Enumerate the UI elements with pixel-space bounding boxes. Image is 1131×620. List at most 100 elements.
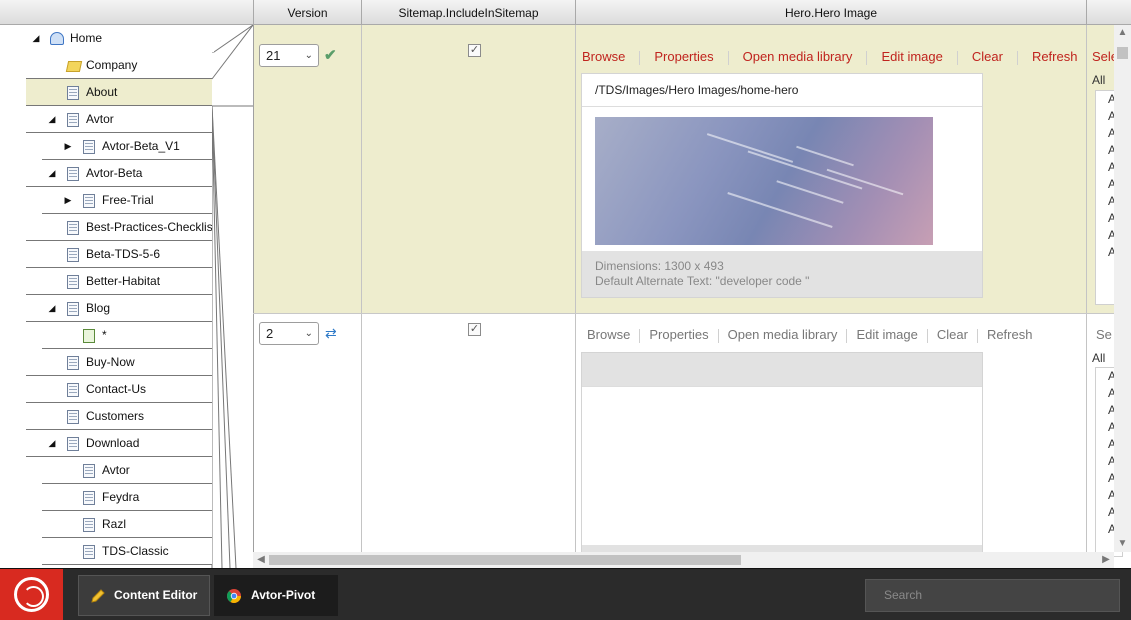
scroll-right-icon[interactable]: ▶ <box>1098 552 1114 568</box>
tree-node-label: Company <box>86 58 138 72</box>
browse-link[interactable]: Browse <box>582 49 625 64</box>
tree-expand-icon[interactable]: ▶ <box>62 133 74 159</box>
home-icon <box>50 32 64 45</box>
tree-collapse-icon[interactable]: ◢ <box>30 25 42 52</box>
column-header-next[interactable] <box>1086 0 1131 25</box>
content-editor-label: Content Editor <box>114 588 198 602</box>
tree-node[interactable]: ◢ Home <box>26 25 214 52</box>
pencil-icon <box>91 589 105 603</box>
page-icon <box>67 410 79 424</box>
vertical-scroll-thumb[interactable] <box>1117 47 1128 59</box>
content-editor-button[interactable]: Content Editor <box>78 575 210 616</box>
tree-node[interactable]: ◢ Avtor <box>26 106 212 133</box>
edit-page-icon <box>83 329 95 343</box>
tree-node[interactable]: Customers <box>26 403 212 430</box>
column-header-sitemap[interactable]: Sitemap.IncludeInSitemap <box>361 0 575 25</box>
tree-node[interactable]: Feydra <box>42 484 212 511</box>
tree-node-label: Free-Trial <box>102 193 154 207</box>
checkmark-icon[interactable]: ✔ <box>324 46 337 64</box>
clear-link[interactable]: Clear <box>937 327 968 342</box>
media-dimensions: Dimensions: 1300 x 493 <box>595 259 724 273</box>
avtor-pivot-button[interactable]: Avtor-Pivot <box>214 575 338 616</box>
tree-node-label: Feydra <box>102 490 140 504</box>
grid-row-about[interactable]: 21 ⌄ ✔ ✓ Browse Properties Open media libr… <box>253 25 1131 314</box>
tree-node-label: Download <box>86 436 140 450</box>
all-filter[interactable]: All <box>1092 73 1105 87</box>
grid-row-avtor[interactable]: 2 ⌄ ⇄ ✓ Browse Properties Open media libra… <box>253 314 1131 568</box>
tree-node-label: Razl <box>102 517 127 531</box>
column-header-version[interactable]: Version <box>253 0 361 25</box>
sitemap-checkbox[interactable]: ✓ <box>468 44 481 57</box>
compare-icon[interactable]: ⇄ <box>325 325 337 342</box>
page-icon <box>67 275 79 289</box>
grid-header: Version Sitemap.IncludeInSitemap Hero.He… <box>0 0 1131 25</box>
version-select[interactable]: 21 ⌄ <box>259 44 319 67</box>
scroll-down-icon[interactable]: ▼ <box>1114 536 1131 552</box>
tree-node[interactable]: * <box>42 322 212 349</box>
clear-link[interactable]: Clear <box>972 49 1003 64</box>
select-label[interactable]: Se <box>1096 327 1112 342</box>
start-menu-button[interactable] <box>0 569 63 620</box>
sitecore-logo-icon <box>14 577 49 612</box>
open-media-library-link[interactable]: Open media library <box>743 49 853 64</box>
tree-node[interactable]: Best-Practices-Checklis <box>26 214 212 241</box>
tree-node[interactable]: Buy-Now <box>26 349 212 376</box>
edit-image-link[interactable]: Edit image <box>856 327 917 342</box>
tree-node[interactable]: Company <box>26 52 212 79</box>
horizontal-scrollbar[interactable]: ◀ ▶ <box>253 552 1114 568</box>
scroll-left-icon[interactable]: ◀ <box>253 552 269 568</box>
taskbar-search-input[interactable]: Search <box>865 579 1120 612</box>
page-icon <box>83 491 95 505</box>
page-icon <box>83 194 95 208</box>
page-icon <box>83 518 95 532</box>
tree-node[interactable]: ◢ Download <box>26 430 212 457</box>
tree-node-label: Best-Practices-Checklis <box>86 220 212 234</box>
refresh-link[interactable]: Refresh <box>1032 49 1078 64</box>
browse-link[interactable]: Browse <box>587 327 630 342</box>
tree-node[interactable]: ◢ Blog <box>26 295 212 322</box>
edit-image-link[interactable]: Edit image <box>881 49 942 64</box>
tree-collapse-icon[interactable]: ◢ <box>46 106 58 132</box>
tree-node[interactable]: Contact-Us <box>26 376 212 403</box>
tree-node-label: Avtor-Beta_V1 <box>102 139 180 153</box>
tree-node-label: Customers <box>86 409 145 423</box>
tree-node[interactable]: About <box>26 79 212 106</box>
properties-link[interactable]: Properties <box>649 327 708 342</box>
vertical-scrollbar[interactable]: ▲ ▼ <box>1114 25 1131 552</box>
hero-image-media-box: This media item has no details. <box>581 352 983 568</box>
all-filter[interactable]: All <box>1092 351 1105 365</box>
tree-header <box>0 0 253 25</box>
page-icon <box>67 167 79 181</box>
tree-collapse-icon[interactable]: ◢ <box>46 160 58 186</box>
chevron-down-icon: ⌄ <box>304 50 313 61</box>
tree-node[interactable]: ▶ Free-Trial <box>42 187 212 214</box>
tree-node-label: Beta-TDS-5-6 <box>86 247 161 261</box>
media-path: /TDS/Images/Hero Images/home-hero <box>582 74 982 107</box>
tree-node-label: Buy-Now <box>86 355 135 369</box>
open-media-library-link[interactable]: Open media library <box>728 327 838 342</box>
tree-node[interactable]: Razl <box>42 511 212 538</box>
tree-node[interactable]: TDS-Classic <box>42 538 212 565</box>
tree-expand-icon[interactable]: ▶ <box>62 187 74 213</box>
tree-node-label: Blog <box>86 301 111 315</box>
version-value: 2 <box>266 326 274 341</box>
tree-node[interactable]: Avtor <box>42 457 212 484</box>
tree-collapse-icon[interactable]: ◢ <box>46 295 58 321</box>
refresh-link[interactable]: Refresh <box>987 327 1033 342</box>
tree-node[interactable]: Better-Habitat <box>26 268 212 295</box>
version-select[interactable]: 2 ⌄ <box>259 322 319 345</box>
hero-image-thumbnail[interactable] <box>595 117 933 245</box>
properties-link[interactable]: Properties <box>654 49 713 64</box>
tree-collapse-icon[interactable]: ◢ <box>46 430 58 456</box>
media-path-empty <box>582 353 982 387</box>
page-icon <box>83 140 95 154</box>
column-header-hero-image[interactable]: Hero.Hero Image <box>575 0 1086 25</box>
sitemap-checkbox[interactable]: ✓ <box>468 323 481 336</box>
horizontal-scroll-thumb[interactable] <box>269 555 741 565</box>
chevron-down-icon: ⌄ <box>304 328 313 339</box>
scroll-up-icon[interactable]: ▲ <box>1114 25 1131 41</box>
tree-node[interactable]: ◢ Avtor-Beta <box>26 160 212 187</box>
tree-node[interactable]: ▶ Avtor-Beta_V1 <box>42 133 212 160</box>
page-icon <box>67 248 79 262</box>
tree-node[interactable]: Beta-TDS-5-6 <box>26 241 212 268</box>
